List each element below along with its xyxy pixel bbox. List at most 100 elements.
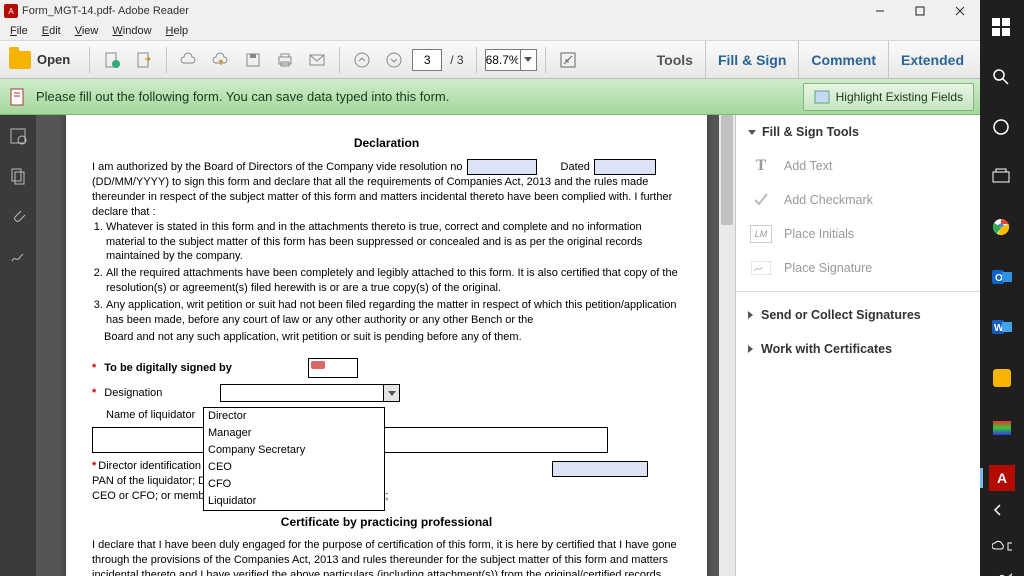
din-pan-field[interactable]: [552, 461, 648, 477]
taskbar-app-generic1[interactable]: [980, 360, 1024, 396]
fill-sign-panel: Fill & Sign Tools T Add Text Add Checkma…: [735, 115, 980, 576]
zoom-dropdown-button[interactable]: [520, 50, 536, 70]
menubar: File Edit View Window Help: [0, 22, 980, 41]
window-minimize-button[interactable]: [860, 0, 900, 22]
document-viewport[interactable]: Declaration I am authorized by the Board…: [36, 115, 735, 576]
highlight-fields-button[interactable]: Highlight Existing Fields: [803, 83, 974, 111]
text: I am authorized by the Board of Director…: [92, 160, 463, 175]
chevron-down-icon: [748, 130, 756, 135]
read-mode-icon[interactable]: [554, 46, 582, 74]
chevron-right-icon: [748, 311, 753, 319]
digital-signature-field[interactable]: [308, 358, 358, 378]
tab-fill-sign[interactable]: Fill & Sign: [705, 41, 798, 78]
option-director[interactable]: Director: [204, 408, 384, 425]
list-item: Any application, writ petition or suit h…: [106, 298, 681, 328]
page-down-icon[interactable]: [380, 46, 408, 74]
list-item: Whatever is stated in this form and in t…: [106, 220, 681, 265]
upload-cloud-icon[interactable]: [207, 46, 235, 74]
create-pdf-icon[interactable]: [98, 46, 126, 74]
taskbar-app-adobe-reader[interactable]: A: [980, 460, 1024, 496]
tool-place-initials[interactable]: LM Place Initials: [736, 217, 980, 251]
panel-heading-fill-sign[interactable]: Fill & Sign Tools: [736, 115, 980, 149]
signature-icon: [750, 259, 772, 277]
required-star: *: [92, 386, 98, 401]
workspace: Declaration I am authorized by the Board…: [0, 115, 980, 576]
open-button[interactable]: Open: [4, 45, 81, 75]
separator: [89, 47, 90, 73]
option-liquidator[interactable]: Liquidator: [204, 493, 384, 510]
taskbar-app-word[interactable]: W: [980, 310, 1024, 346]
panel-heading-label: Fill & Sign Tools: [762, 125, 859, 139]
tool-label: Add Text: [784, 159, 832, 173]
tab-comment[interactable]: Comment: [798, 41, 888, 78]
option-cosec[interactable]: Company Secretary: [204, 442, 384, 459]
word-icon: W: [992, 318, 1012, 338]
tool-label: Place Initials: [784, 227, 854, 241]
export-pdf-icon[interactable]: [130, 46, 158, 74]
scrollbar-thumb[interactable]: [721, 115, 733, 225]
menu-file[interactable]: File: [4, 23, 34, 39]
menu-help[interactable]: Help: [160, 23, 195, 39]
tab-tools[interactable]: Tools: [645, 41, 705, 78]
thumbnails-icon[interactable]: [7, 125, 29, 147]
attachments-icon[interactable]: [7, 205, 29, 227]
menu-view[interactable]: View: [69, 23, 105, 39]
battery-icon: [1008, 543, 1012, 550]
option-cfo[interactable]: CFO: [204, 476, 384, 493]
task-view-button[interactable]: [980, 160, 1024, 196]
save-cloud-icon[interactable]: [175, 46, 203, 74]
circle-icon: [992, 118, 1012, 138]
chevron-down-icon: [524, 57, 532, 62]
separator: [736, 291, 980, 292]
tool-add-text[interactable]: T Add Text: [736, 149, 980, 183]
highlight-fields-label: Highlight Existing Fields: [836, 90, 963, 104]
tab-extended[interactable]: Extended: [888, 41, 976, 78]
menu-window[interactable]: Window: [106, 23, 157, 39]
taskbar-app-outlook[interactable]: O: [980, 260, 1024, 296]
panel-certificates[interactable]: Work with Certificates: [736, 332, 980, 366]
heading-certificate: Certificate by practicing professional: [92, 514, 681, 530]
option-manager[interactable]: Manager: [204, 425, 384, 442]
label-dated: Dated: [561, 160, 590, 175]
panel-send-collect[interactable]: Send or Collect Signatures: [736, 298, 980, 332]
tool-add-checkmark[interactable]: Add Checkmark: [736, 183, 980, 217]
print-icon[interactable]: [271, 46, 299, 74]
taskbar-app-chrome[interactable]: [980, 210, 1024, 246]
window-maximize-button[interactable]: [900, 0, 940, 22]
tray-battery-onedrive[interactable]: [980, 538, 1024, 562]
text-icon: T: [750, 157, 772, 175]
designation-dropdown-list[interactable]: Director Manager Company Secretary CEO C…: [203, 407, 385, 510]
resolution-no-field[interactable]: [467, 159, 537, 175]
combo-dropdown-button[interactable]: [383, 385, 399, 401]
option-ceo[interactable]: CEO: [204, 459, 384, 476]
page-number-input[interactable]: [412, 49, 442, 71]
tool-place-signature[interactable]: Place Signature: [736, 251, 980, 285]
vertical-scrollbar[interactable]: [719, 115, 735, 576]
panel-label: Send or Collect Signatures: [761, 308, 921, 322]
page-up-icon[interactable]: [348, 46, 376, 74]
cortana-button[interactable]: [980, 110, 1024, 146]
chrome-icon: [992, 218, 1012, 238]
menu-edit[interactable]: Edit: [36, 23, 67, 39]
email-icon[interactable]: [303, 46, 331, 74]
checkmark-icon: [750, 191, 772, 209]
tray-network-volume[interactable]: [980, 568, 1024, 576]
label-signed-by: To be digitally signed by: [104, 361, 232, 376]
windows-taskbar: O W A ENG 22:53: [980, 0, 1024, 576]
save-icon[interactable]: [239, 46, 267, 74]
dated-field[interactable]: [594, 159, 656, 175]
search-button[interactable]: [980, 60, 1024, 96]
start-button[interactable]: [980, 10, 1024, 46]
pages-icon[interactable]: [7, 165, 29, 187]
signatures-icon[interactable]: [7, 245, 29, 267]
window-close-button[interactable]: [940, 0, 980, 22]
list-item: All the required attachments have been c…: [106, 266, 681, 296]
onedrive-icon: [992, 541, 1003, 549]
designation-combo[interactable]: [220, 384, 400, 402]
open-label: Open: [37, 52, 70, 67]
highlight-icon: [814, 90, 830, 104]
taskbar-app-generic2[interactable]: [980, 410, 1024, 446]
folder-icon: [9, 51, 31, 69]
toolbar: Open / 3 Tools Fill & Sign Comment Exten…: [0, 41, 980, 79]
tray-expand-button[interactable]: [980, 496, 1024, 532]
